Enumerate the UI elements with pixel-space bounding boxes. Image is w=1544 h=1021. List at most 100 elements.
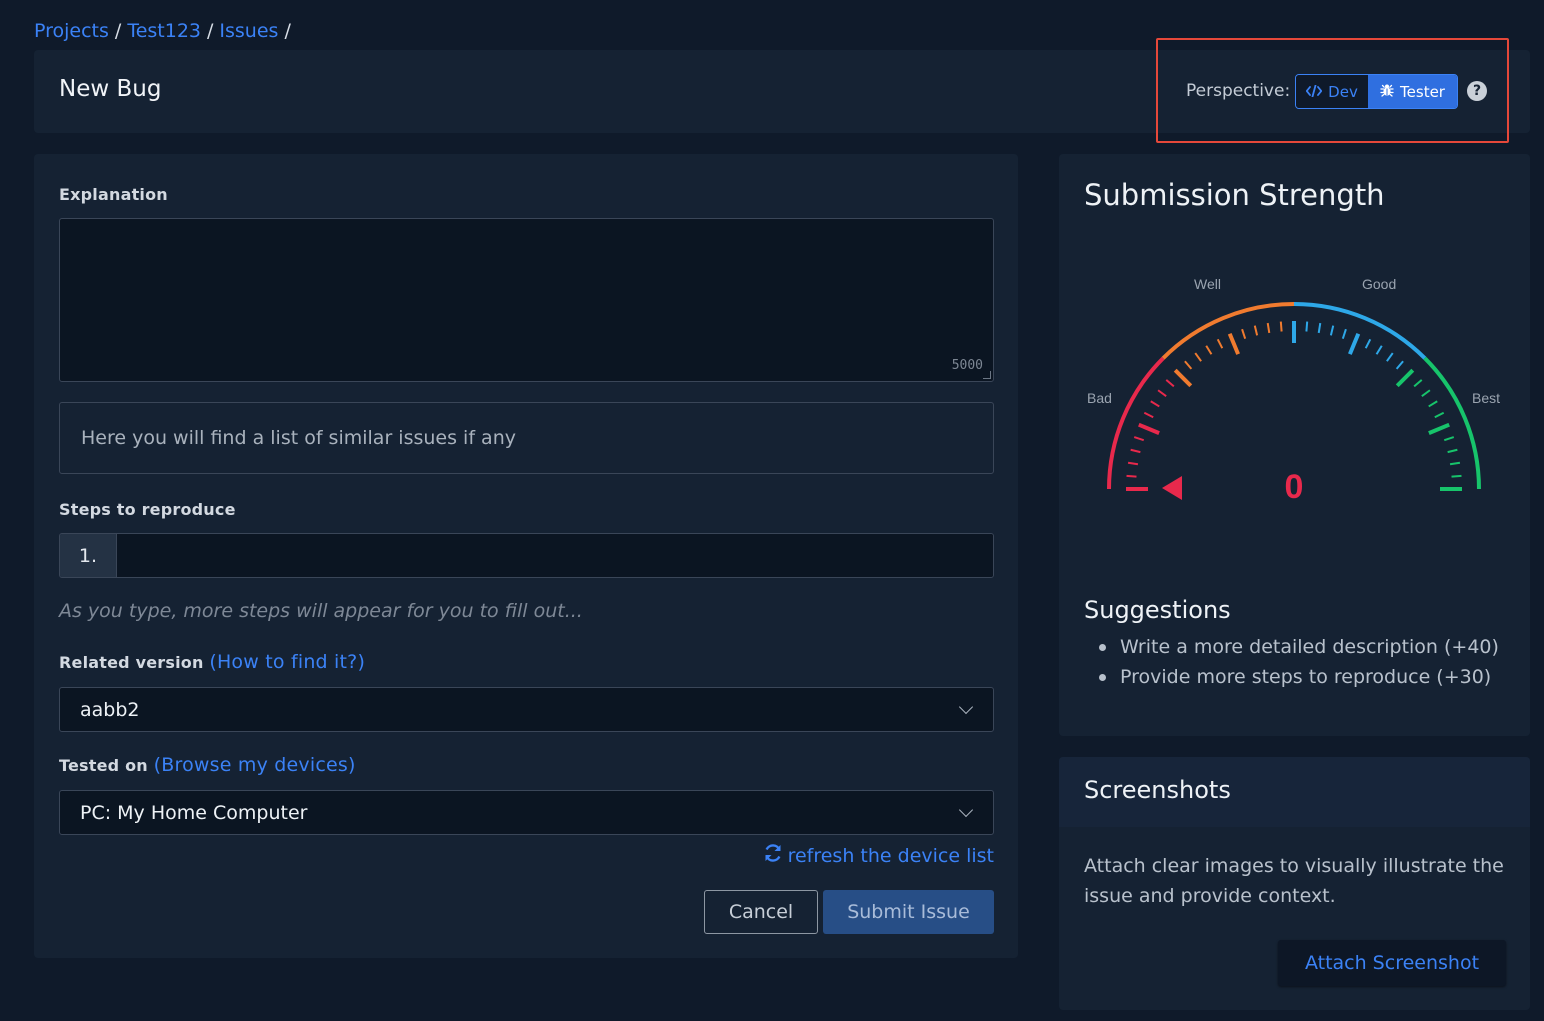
perspective-label: Perspective: (1186, 81, 1291, 101)
gauge-tick (1165, 379, 1175, 388)
refresh-icon (762, 842, 784, 869)
gauge-tick (1386, 352, 1394, 362)
tester-perspective-button[interactable]: Tester (1368, 75, 1457, 108)
gauge-tick (1395, 360, 1404, 370)
explanation-textarea[interactable]: 5000 (59, 218, 994, 382)
gauge-tick (1133, 436, 1145, 442)
step-number: 1. (60, 534, 117, 577)
steps-label: Steps to reproduce (59, 500, 236, 519)
gauge-tick (1434, 411, 1445, 419)
screenshots-header: Screenshots (1059, 757, 1530, 827)
attach-screenshot-button[interactable]: Attach Screenshot (1278, 940, 1506, 986)
version-label-row: Related version (How to find it?) (59, 651, 365, 673)
gauge-arc-bad (1107, 356, 1165, 490)
gauge-tick (1127, 461, 1139, 466)
breadcrumb-separator: / (114, 20, 122, 42)
perspective-toggle: Dev Tester (1295, 74, 1458, 109)
gauge-label-best: Best (1472, 390, 1500, 406)
header-card: New Bug Perspective: Dev Tester ? (34, 38, 1530, 143)
strength-title: Submission Strength (1084, 178, 1385, 212)
breadcrumb: Projects / Test123 / Issues / (34, 20, 291, 42)
gauge-tick (1143, 411, 1154, 419)
explanation-label: Explanation (59, 185, 168, 204)
gauge-tick (1205, 345, 1213, 355)
bug-icon (1380, 83, 1394, 101)
gauge-tick (1253, 325, 1259, 336)
gauge-tick (1428, 422, 1450, 435)
chevron-down-icon (958, 699, 974, 715)
refresh-devices-link[interactable]: refresh the device list (762, 842, 994, 869)
gauge-tick (1451, 474, 1462, 478)
how-to-find-link[interactable]: (How to find it?) (209, 651, 365, 673)
submission-strength-card: Submission Strength Bad Well Good Best 0… (1059, 154, 1530, 736)
gauge-tick (1449, 461, 1461, 466)
gauge-score: 0 (1285, 468, 1304, 506)
gauge-arc-best (1423, 356, 1481, 490)
gauge-tick (1130, 448, 1141, 454)
gauge-tick (1184, 360, 1193, 370)
char-counter: 5000 (951, 358, 983, 373)
suggestion-item: Provide more steps to reproduce (+30) (1099, 662, 1499, 692)
suggestion-item: Write a more detailed description (+40) (1099, 632, 1499, 662)
breadcrumb-separator: / (207, 20, 214, 42)
gauge-tick (1341, 328, 1347, 340)
bug-form: Explanation 5000 Here you will find a li… (34, 154, 1018, 958)
gauge-tick (1305, 321, 1309, 332)
gauge-tick (1375, 345, 1383, 355)
tester-label: Tester (1400, 82, 1445, 101)
gauge-tick (1395, 368, 1415, 388)
breadcrumb-project[interactable]: Test123 (127, 20, 201, 42)
refresh-label: refresh the device list (787, 844, 994, 867)
version-label: Related version (59, 653, 204, 672)
gauge-arc-good (1293, 302, 1427, 360)
question-circle-icon[interactable]: ? (1467, 81, 1487, 101)
gauge-tick (1138, 422, 1160, 435)
gauge-label-well: Well (1194, 276, 1221, 292)
screenshots-title: Screenshots (1084, 776, 1231, 804)
tested-on-label: Tested on (59, 756, 148, 775)
breadcrumb-issues[interactable]: Issues (219, 20, 278, 42)
gauge-label-bad: Bad (1087, 390, 1112, 406)
suggestions-title: Suggestions (1084, 596, 1231, 624)
gauge-tick (1428, 400, 1438, 408)
gauge-pointer (1162, 476, 1182, 500)
device-value: PC: My Home Computer (80, 801, 308, 824)
page-title: New Bug (59, 76, 162, 102)
breadcrumb-separator: / (284, 20, 291, 42)
device-select[interactable]: PC: My Home Computer (59, 790, 994, 835)
gauge-tick (1413, 379, 1423, 388)
gauge-tick (1126, 474, 1137, 478)
gauge-tick (1443, 436, 1455, 442)
screenshots-description: Attach clear images to visually illustra… (1084, 855, 1504, 907)
browse-devices-link[interactable]: (Browse my devices) (154, 754, 356, 776)
resize-handle-icon[interactable] (983, 371, 991, 379)
breadcrumb-projects[interactable]: Projects (34, 20, 109, 42)
tested-on-label-row: Tested on (Browse my devices) (59, 754, 356, 776)
step-input[interactable] (117, 534, 993, 577)
gauge-tick (1150, 400, 1160, 408)
gauge-tick (1279, 321, 1283, 332)
submit-issue-button[interactable]: Submit Issue (823, 890, 994, 934)
chevron-down-icon (958, 802, 974, 818)
dev-perspective-button[interactable]: Dev (1296, 75, 1368, 108)
gauge-tick (1241, 328, 1247, 340)
code-icon (1305, 83, 1323, 101)
gauge-tick (1173, 368, 1193, 388)
screenshots-card: Screenshots Attach clear images to visua… (1059, 757, 1530, 1010)
gauge-label-good: Good (1362, 276, 1396, 292)
dev-label: Dev (1328, 82, 1358, 101)
strength-gauge: Bad Well Good Best 0 (1087, 276, 1500, 506)
version-select[interactable]: aabb2 (59, 687, 994, 732)
gauge-tick (1348, 333, 1361, 355)
gauge-tick (1157, 389, 1167, 397)
step-row: 1. (59, 533, 994, 578)
suggestions-list: Write a more detailed description (+40) … (1099, 632, 1499, 692)
similar-issues-box: Here you will find a list of similar iss… (59, 402, 994, 474)
gauge-tick (1216, 338, 1224, 349)
cancel-button[interactable]: Cancel (704, 890, 818, 934)
gauge-tick (1421, 389, 1431, 397)
gauge-tick (1194, 352, 1202, 362)
gauge-tick (1266, 322, 1271, 334)
version-value: aabb2 (80, 698, 140, 721)
gauge-tick (1364, 338, 1372, 349)
